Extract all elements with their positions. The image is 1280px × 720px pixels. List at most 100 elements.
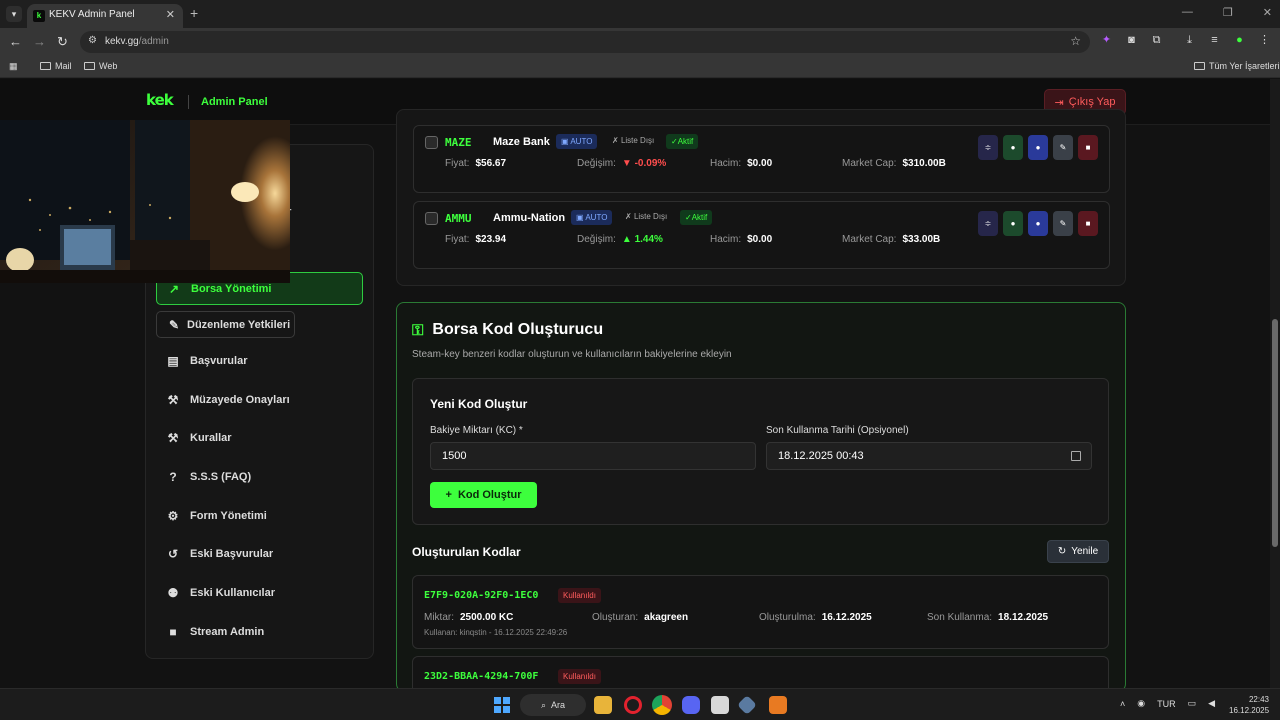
stock-price: Fiyat: $23.94: [445, 234, 507, 245]
bookmark-star-icon[interactable]: ☆: [1070, 34, 1081, 48]
tab-search-icon[interactable]: ▾: [6, 6, 22, 22]
header-divider: [188, 95, 189, 109]
app-icon[interactable]: [711, 696, 729, 714]
code-value[interactable]: 23D2-BBAA-4294-700F: [424, 671, 538, 682]
page: kek Admin Panel ⇥ Çıkış Yap ar ↗ Borsa Y…: [0, 79, 1280, 688]
tab-title: KEKV Admin Panel: [49, 9, 135, 20]
users-icon: ⚉: [167, 585, 179, 600]
browser-tab[interactable]: k KEKV Admin Panel ✕: [27, 4, 183, 28]
select-checkbox[interactable]: [425, 212, 438, 225]
windows-start-icon[interactable]: [494, 697, 510, 713]
speaker-icon[interactable]: ◀: [1208, 698, 1215, 709]
active-badge: ✓Aktif: [666, 134, 699, 149]
sidebar-item-muzayede[interactable]: ⚒ Müzayede Onayları: [156, 383, 363, 416]
sidebar-item-eski-kullanicilar[interactable]: ⚉ Eski Kullanıcılar: [156, 576, 363, 609]
sidebar-item-form[interactable]: ⚙ Form Yönetimi: [156, 499, 363, 532]
apps-icon[interactable]: ▦: [9, 61, 18, 72]
monitor-icon[interactable]: ▭: [1188, 698, 1197, 709]
scrollbar-thumb[interactable]: [1272, 319, 1278, 547]
expiry-datetime-input[interactable]: 18.12.2025 00:43: [766, 442, 1092, 470]
browser-toolbar: ← → ↻ ⚙ kekv.gg/admin ☆ ✦ ◙ ⧉ ⤓ ≡ ● ⋮: [0, 28, 1280, 56]
toggle-icon: ●: [1010, 219, 1016, 228]
toolbar-icons: ✦ ◙ ⧉ ⤓ ≡ ● ⋮: [1100, 34, 1271, 47]
opera-icon[interactable]: [624, 696, 642, 714]
stock-volume: Hacim: $0.00: [710, 158, 773, 169]
camera-icon[interactable]: ◙: [1125, 34, 1138, 47]
edit-button[interactable]: ✎: [1053, 211, 1073, 236]
taskbar-search[interactable]: ⌕ Ara: [520, 694, 586, 716]
menu-dots-icon[interactable]: ⋮: [1258, 34, 1271, 47]
bookmark-mail[interactable]: Mail: [40, 61, 72, 71]
back-icon[interactable]: ←: [9, 34, 22, 50]
sidebar-item-kurallar[interactable]: ⚒ Kurallar: [156, 421, 363, 454]
forward-icon[interactable]: →: [33, 34, 46, 50]
close-window-icon[interactable]: ✕: [1263, 6, 1272, 19]
pencil-icon: ✎: [1059, 219, 1067, 228]
amount-input[interactable]: 1500: [430, 442, 756, 470]
clock-date: 16.12.2025: [1229, 706, 1270, 715]
address-bar[interactable]: ⚙ kekv.gg/admin ☆: [80, 31, 1090, 53]
toggle-button[interactable]: ●: [1003, 135, 1023, 160]
stock-change: Değişim: ▲ 1.44%: [577, 234, 663, 245]
chevron-up-icon[interactable]: ˄: [1120, 699, 1125, 709]
toggle-button[interactable]: ●: [1003, 211, 1023, 236]
sidebar-item-duzenleme[interactable]: ✎ Düzenleme Yetkileri: [156, 311, 295, 338]
x-icon: ✗: [625, 212, 634, 221]
extension-icon[interactable]: ✦: [1100, 34, 1113, 47]
bookmark-web[interactable]: Web: [84, 61, 117, 71]
minimize-icon[interactable]: —: [1182, 6, 1193, 19]
auto-icon: ▣: [561, 137, 571, 146]
refresh-button[interactable]: ↻ Yenile: [1047, 540, 1109, 563]
info-button[interactable]: ●: [1028, 135, 1048, 160]
media-icon[interactable]: ≡: [1208, 34, 1221, 47]
stock-name: Maze Bank: [493, 136, 550, 148]
amount-label: Bakiye Miktarı (KC) *: [430, 425, 523, 436]
file-explorer-icon[interactable]: [594, 696, 612, 714]
webcam-overlay: [0, 120, 290, 283]
site-info-icon[interactable]: ⚙: [88, 35, 97, 46]
stock-symbol: MAZE: [445, 136, 472, 149]
adjust-button[interactable]: ≑: [978, 211, 998, 236]
code-value[interactable]: E7F9-020A-92F0-1EC0: [424, 590, 538, 601]
sidebar-item-faq[interactable]: ? S.S.S (FAQ): [156, 460, 363, 493]
edit-button[interactable]: ✎: [1053, 135, 1073, 160]
delete-button[interactable]: ■: [1078, 211, 1098, 236]
create-code-button[interactable]: + Kod Oluştur: [430, 482, 537, 508]
stock-name: Ammu-Nation: [493, 212, 566, 224]
code-created: Oluşturulma: 16.12.2025: [759, 612, 872, 623]
new-tab-icon[interactable]: +: [190, 5, 198, 21]
app-icon[interactable]: [737, 695, 757, 715]
code-used-by: Kullanan: kinqstin - 16.12.2025 22:49:26: [424, 628, 568, 637]
app-icon[interactable]: [769, 696, 787, 714]
sidebar-item-stream[interactable]: ■ Stream Admin: [156, 615, 363, 648]
restore-icon[interactable]: ❐: [1223, 6, 1233, 19]
adjust-button[interactable]: ≑: [978, 135, 998, 160]
sidebar-item-basvurular[interactable]: ▤ Başvurular: [156, 344, 363, 377]
folder-icon: [40, 62, 51, 70]
close-tab-icon[interactable]: ✕: [166, 8, 175, 21]
new-code-form: Yeni Kod Oluştur Bakiye Miktarı (KC) * S…: [412, 378, 1109, 525]
microphone-icon[interactable]: ◉: [1137, 698, 1145, 709]
language-indicator[interactable]: TUR: [1157, 699, 1176, 709]
select-checkbox[interactable]: [425, 136, 438, 149]
gavel-icon: ⚒: [167, 430, 179, 445]
all-bookmarks[interactable]: Tüm Yer İşaretleri: [1194, 61, 1280, 71]
question-icon: ?: [169, 469, 177, 484]
auto-badge: ▣ AUTO: [571, 210, 613, 225]
delete-button[interactable]: ■: [1078, 135, 1098, 160]
download-icon[interactable]: ⤓: [1183, 34, 1196, 47]
reload-icon[interactable]: ↻: [57, 34, 68, 50]
profile-icon[interactable]: ●: [1233, 34, 1246, 47]
puzzle-icon[interactable]: ⧉: [1150, 34, 1163, 47]
page-scrollbar[interactable]: [1270, 79, 1280, 688]
form-title: Yeni Kod Oluştur: [430, 397, 528, 411]
discord-icon[interactable]: [682, 696, 700, 714]
calendar-icon[interactable]: [1071, 451, 1081, 461]
section-title: ⚿ Borsa Kod Oluşturucu: [412, 321, 604, 339]
clock[interactable]: 22:43 16.12.2025: [1229, 694, 1269, 716]
info-button[interactable]: ●: [1028, 211, 1048, 236]
pencil-icon: ✎: [1059, 143, 1067, 152]
chrome-icon[interactable]: [652, 695, 672, 715]
sidebar-item-eski-basvurular[interactable]: ↺ Eski Başvurular: [156, 537, 363, 570]
logo[interactable]: kek: [146, 91, 174, 109]
